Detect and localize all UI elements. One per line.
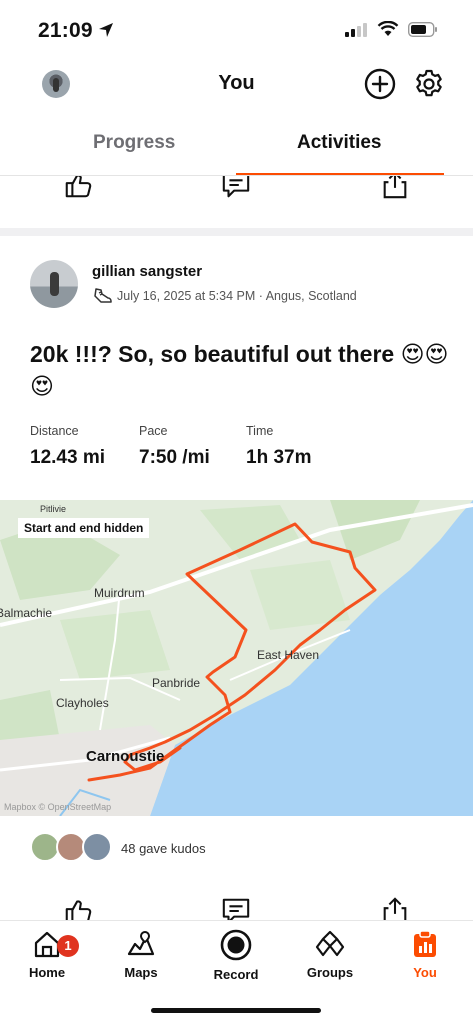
stat-value: 12.43 mi <box>30 447 105 468</box>
map-label-clayholes: Clayholes <box>56 696 109 710</box>
map-label-carnoustie: Carnoustie <box>86 748 165 765</box>
stat-value: 1h 37m <box>246 447 312 468</box>
athlete-name[interactable]: gillian sangster <box>92 263 202 280</box>
nav-label: Record <box>213 967 259 982</box>
map-label-pitlivie: Pitlivie <box>40 504 67 514</box>
profile-tabs: Progress Activities <box>0 112 473 176</box>
location-arrow-icon <box>99 23 113 37</box>
page-title: You <box>218 72 255 94</box>
kudos-thumb-icon[interactable] <box>62 176 94 200</box>
nav-you[interactable]: You <box>385 929 465 980</box>
stat-pace: Pace 7:50 /mi <box>139 424 210 469</box>
nav-maps[interactable]: Maps <box>101 929 181 980</box>
battery-icon <box>408 22 437 37</box>
record-icon <box>220 929 252 961</box>
notification-badge: 1 <box>57 935 79 957</box>
tab-progress[interactable]: Progress <box>93 132 175 154</box>
activity-meta: July 16, 2025 at 5:34 PM · Angus, Scotla… <box>117 289 357 303</box>
wifi-icon <box>377 21 399 36</box>
map-attribution[interactable]: Mapbox © OpenStreetMap <box>4 802 111 812</box>
athlete-avatar[interactable] <box>30 260 78 308</box>
stat-distance: Distance 12.43 mi <box>30 424 105 469</box>
stat-label: Distance <box>30 424 79 438</box>
activity-card[interactable]: gillian sangster July 16, 2025 at 5:34 P… <box>0 236 473 925</box>
stat-label: Time <box>246 424 274 438</box>
home-indicator <box>151 1008 321 1013</box>
map-label-muirdrum: Muirdrum <box>94 586 145 600</box>
map-label-panbride: Panbride <box>152 676 201 690</box>
map-label-balmachie: Balmachie <box>0 606 53 620</box>
map-label-east-haven: East Haven <box>257 648 320 662</box>
kudos-avatar <box>82 832 112 862</box>
card-actions <box>0 892 473 925</box>
card-separator <box>0 228 473 236</box>
map-privacy-badge: Start and end hidden <box>18 518 150 538</box>
comment-icon[interactable] <box>220 176 252 200</box>
add-icon[interactable] <box>364 68 396 100</box>
gear-icon[interactable] <box>413 68 445 100</box>
tab-activities[interactable]: Activities <box>297 132 381 154</box>
nav-label: Groups <box>306 965 354 980</box>
run-shoe-icon <box>94 288 112 303</box>
cellular-signal-icon <box>345 23 367 37</box>
nav-label: You <box>413 965 437 980</box>
stat-time: Time 1h 37m <box>246 424 311 469</box>
kudos-count[interactable]: 48 gave kudos <box>121 841 206 856</box>
groups-icon <box>315 930 345 957</box>
nav-label: Maps <box>124 965 158 980</box>
maps-icon <box>127 931 155 956</box>
map-canvas <box>0 500 473 816</box>
nav-record[interactable]: Record <box>196 929 276 982</box>
status-bar: 21:09 <box>0 0 473 56</box>
stat-value: 7:50 /mi <box>139 447 210 468</box>
status-time: 21:09 <box>38 19 93 42</box>
previous-card-actions <box>0 176 473 228</box>
app-header: You <box>0 56 473 112</box>
stat-label: Pace <box>139 424 168 438</box>
share-icon[interactable] <box>379 176 411 200</box>
nav-label: Home <box>28 965 66 980</box>
route-map[interactable]: Start and end hidden Pitlivie Muirdrum B… <box>0 500 473 816</box>
activity-title[interactable]: 20k !!!? So, so beautiful out there 😍😍😍 <box>30 338 450 402</box>
you-clipboard-icon <box>414 930 436 957</box>
nav-groups[interactable]: Groups <box>290 929 370 980</box>
nav-home[interactable]: 1 Home <box>7 929 87 980</box>
